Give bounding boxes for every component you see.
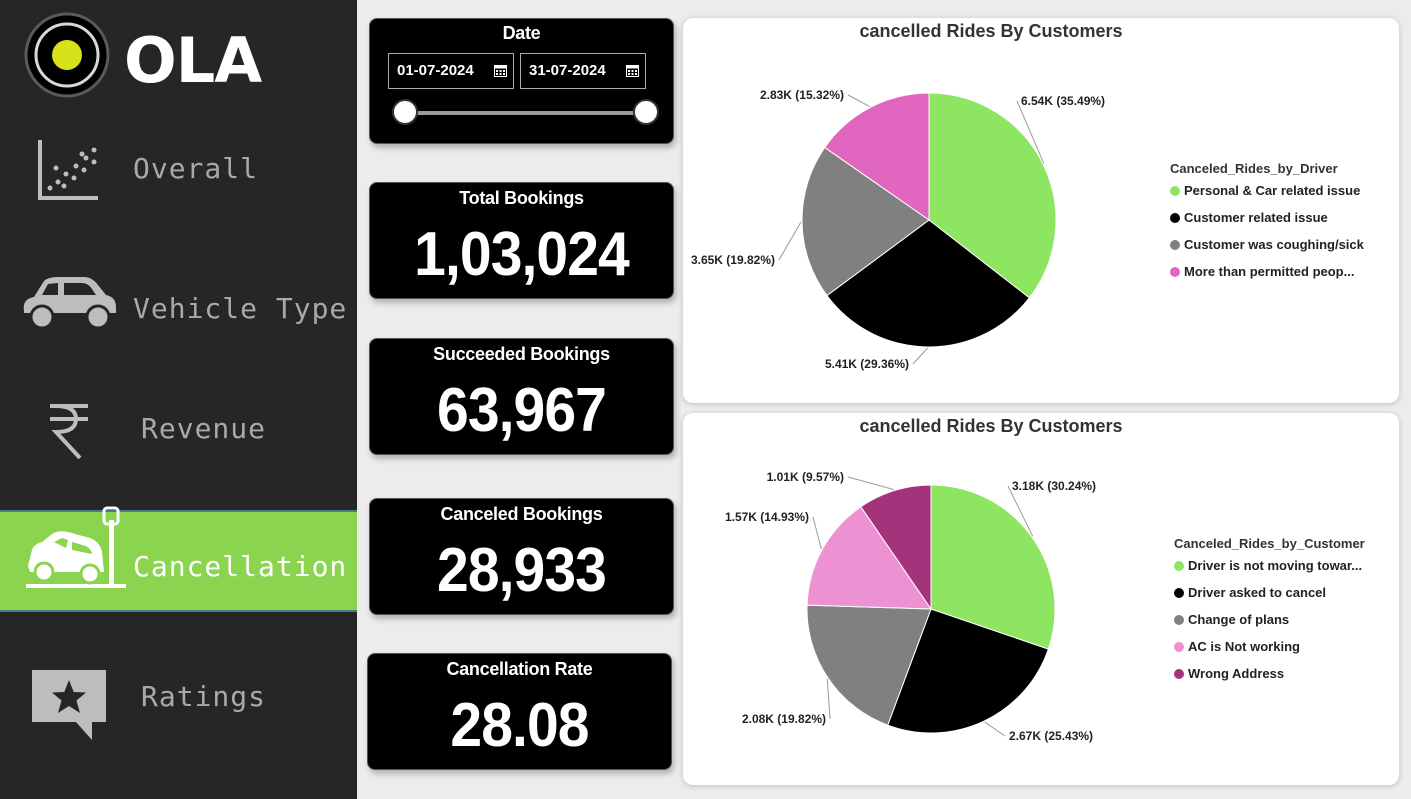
end-date-value: 31-07-2024 <box>529 62 606 79</box>
legend-label: Driver asked to cancel <box>1188 585 1327 600</box>
legend-dot <box>1174 615 1184 625</box>
leader-line <box>778 221 802 261</box>
legend-item[interactable]: Customer related issue <box>1170 210 1364 237</box>
leader-line <box>847 94 870 107</box>
data-label: 2.67K (25.43%) <box>1009 729 1093 743</box>
legend-item[interactable]: More than permitted peop... <box>1170 264 1364 291</box>
legend-dot <box>1170 267 1180 277</box>
kpi-card-cancellation-rate: Cancellation Rate 28.08 <box>367 653 672 770</box>
leader-line <box>847 476 895 491</box>
brand-name: OLA <box>124 24 262 97</box>
date-slider-end-handle[interactable] <box>633 99 659 125</box>
legend-dot <box>1170 213 1180 223</box>
legend-item[interactable]: AC is Not working <box>1174 639 1365 666</box>
chart-legend: Canceled_Rides_by_Driver Personal & Car … <box>1170 161 1364 291</box>
sidebar: OLA Overall Vehicle Type Revenue Cancell… <box>0 0 357 799</box>
date-slider-start-handle[interactable] <box>392 99 418 125</box>
kpi-card-total-bookings: Total Bookings 1,03,024 <box>369 182 674 299</box>
leader-line <box>812 516 822 550</box>
nav-item-vehicle-type[interactable]: Vehicle Type <box>0 255 357 355</box>
star-chat-icon <box>32 670 106 740</box>
kpi-card-succeeded-bookings: Succeeded Bookings 63,967 <box>369 338 674 455</box>
legend-item[interactable]: Customer was coughing/sick <box>1170 237 1364 264</box>
kpi-value: 1,03,024 <box>414 220 630 289</box>
leader-line <box>912 347 928 365</box>
kpi-value: 28.08 <box>450 691 589 760</box>
chart-panel-driver-cancellations: cancelled Rides By Customers 6.54K (35.4… <box>683 18 1399 403</box>
data-label: 2.83K (15.32%) <box>760 88 844 102</box>
end-date-input[interactable]: 31-07-2024 <box>520 53 646 89</box>
data-label: 2.08K (19.82%) <box>742 712 826 726</box>
kpi-title: Total Bookings <box>459 188 584 208</box>
kpi-value: 28,933 <box>437 536 607 605</box>
legend-label: Wrong Address <box>1188 666 1285 681</box>
legend-label: Driver is not moving towar... <box>1188 558 1363 573</box>
leader-line <box>826 678 831 720</box>
scatter-chart-icon <box>38 140 98 200</box>
nav-label: Cancellation <box>133 550 348 583</box>
ola-logo-icon: OLA <box>24 12 263 98</box>
nav-item-overall[interactable]: Overall <box>0 120 357 220</box>
nav-item-cancellation[interactable]: Cancellation <box>0 506 357 612</box>
data-label: 5.41K (29.36%) <box>825 357 909 371</box>
nav-label: Vehicle Type <box>133 292 348 325</box>
legend-label: More than permitted peop... <box>1184 264 1355 279</box>
chart-panel-customer-cancellations: cancelled Rides By Customers 3.18K (30.2… <box>683 413 1399 785</box>
ola-logo: OLA <box>24 12 284 98</box>
start-date-input[interactable]: 01-07-2024 <box>388 53 514 89</box>
legend-item[interactable]: Change of plans <box>1174 612 1365 639</box>
rupee-icon <box>50 404 88 460</box>
legend-title: Canceled_Rides_by_Driver <box>1170 161 1338 176</box>
legend-dot <box>1170 186 1180 196</box>
calendar-icon[interactable] <box>626 64 639 77</box>
data-label: 1.01K (9.57%) <box>767 470 844 484</box>
kpi-card-canceled-bookings: Canceled Bookings 28,933 <box>369 498 674 615</box>
leader-line <box>984 721 1006 737</box>
nav-label: Ratings <box>141 680 267 713</box>
data-label: 3.65K (19.82%) <box>691 253 775 267</box>
legend-label: Customer related issue <box>1184 210 1328 225</box>
data-label: 3.18K (30.24%) <box>1012 479 1096 493</box>
legend-dot <box>1174 561 1184 571</box>
legend-dot <box>1174 669 1184 679</box>
car-icon <box>23 277 116 330</box>
legend-item[interactable]: Wrong Address <box>1174 666 1365 693</box>
data-label: 6.54K (35.49%) <box>1021 94 1105 108</box>
legend-dot <box>1170 240 1180 250</box>
legend-dot <box>1174 642 1184 652</box>
legend-dot <box>1174 588 1184 598</box>
kpi-title: Cancellation Rate <box>446 659 593 679</box>
car-crash-icon <box>26 506 126 588</box>
nav-item-ratings[interactable]: Ratings <box>0 650 357 750</box>
legend-item[interactable]: Driver asked to cancel <box>1174 585 1365 612</box>
kpi-title: Succeeded Bookings <box>433 344 610 364</box>
legend-label: Personal & Car related issue <box>1184 183 1361 198</box>
kpi-title: Canceled Bookings <box>440 504 603 524</box>
legend-title: Canceled_Rides_by_Customer <box>1174 536 1365 551</box>
nav-item-revenue[interactable]: Revenue <box>0 378 357 478</box>
nav-label: Revenue <box>141 412 267 445</box>
nav-label: Overall <box>133 152 259 185</box>
legend-label: Change of plans <box>1188 612 1290 627</box>
legend-item[interactable]: Personal & Car related issue <box>1170 183 1364 210</box>
data-label: 1.57K (14.93%) <box>725 510 809 524</box>
legend-label: Customer was coughing/sick <box>1184 237 1364 252</box>
start-date-value: 01-07-2024 <box>397 62 474 79</box>
calendar-icon[interactable] <box>494 64 507 77</box>
date-slider-track[interactable] <box>404 111 646 115</box>
chart-legend: Canceled_Rides_by_Customer Driver is not… <box>1174 536 1365 693</box>
legend-label: AC is Not working <box>1188 639 1300 654</box>
legend-item[interactable]: Driver is not moving towar... <box>1174 558 1365 585</box>
